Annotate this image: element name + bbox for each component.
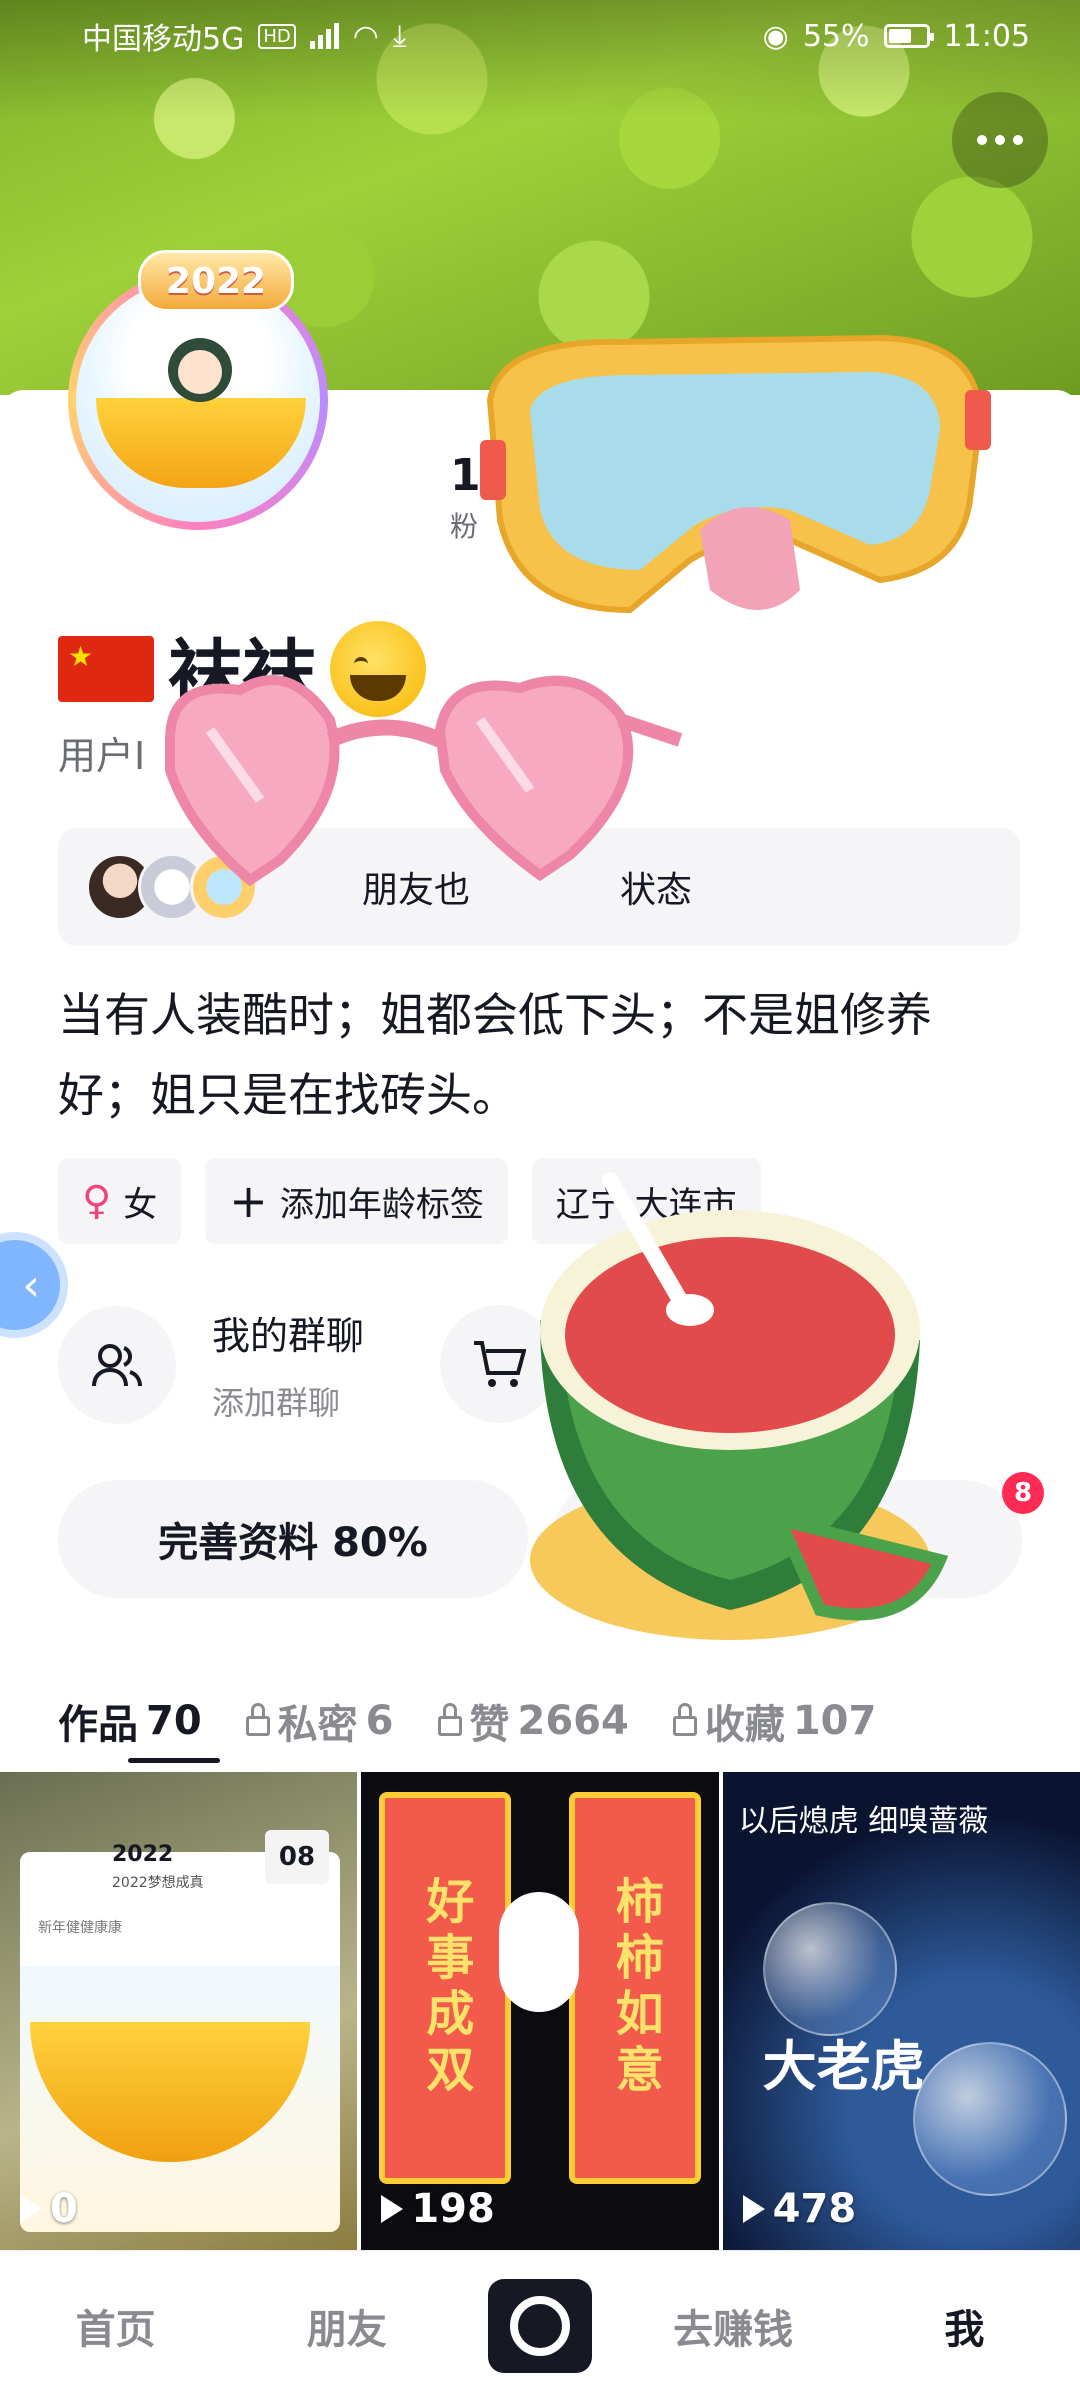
wifi-icon: ◠ bbox=[352, 18, 379, 54]
lock-icon bbox=[245, 1703, 270, 1736]
tab-count: 107 bbox=[792, 1698, 877, 1744]
carrier-label: 中国移动5G bbox=[82, 22, 245, 57]
bottom-nav: 首页 朋友 去赚钱 我 bbox=[0, 2250, 1080, 2401]
battery-icon bbox=[883, 24, 934, 48]
video-grid: 2022 2022梦想成真 08 新年健健康康 0 好事成双 柿柿如意 198 … bbox=[0, 1772, 1080, 2250]
tab-count: 70 bbox=[146, 1698, 202, 1744]
tab-works[interactable]: 作品 70 bbox=[58, 1692, 220, 1763]
lock-icon bbox=[672, 1703, 697, 1736]
tab-label: 赞 bbox=[469, 1702, 510, 1748]
video-thumbnail[interactable]: 好事成双 柿柿如意 198 bbox=[361, 1772, 719, 2250]
hd-icon: HD bbox=[258, 23, 296, 49]
follower-stats[interactable]: 1 粉 bbox=[450, 450, 481, 545]
user-id[interactable]: 用户I bbox=[58, 725, 145, 780]
notification-badge: 8 bbox=[1002, 1472, 1044, 1514]
play-count: 478 bbox=[742, 2186, 857, 2232]
female-icon: ♀ bbox=[82, 1178, 112, 1224]
complete-profile-button[interactable]: 完善资料 80% bbox=[58, 1480, 528, 1598]
play-count-value: 478 bbox=[772, 2186, 857, 2232]
profile-card: 1 粉 袜袜 用户I 朋友也 状态 当有人装酷时；姐都会低下头；不是姐修养好；姐… bbox=[0, 390, 1080, 1770]
cover-year: 2022 bbox=[112, 1842, 174, 1867]
cover-note: 新年健健康康 bbox=[38, 1920, 122, 1936]
location-label: 辽宁 大连市 bbox=[555, 1184, 737, 1225]
friend-avatar bbox=[190, 853, 258, 921]
status-bar: 中国移动5G HD ◠ ⤓ ◉ 55% 11:05 bbox=[0, 0, 1080, 72]
follower-count: 1 bbox=[450, 450, 481, 501]
play-icon bbox=[20, 2195, 42, 2223]
cover-caption: 以后熄虎 细嗅蔷薇 bbox=[738, 1804, 989, 1839]
play-icon bbox=[381, 2195, 404, 2223]
video-thumbnail[interactable]: 2022 2022梦想成真 08 新年健健康康 0 bbox=[0, 1772, 358, 2250]
location-tag[interactable]: 辽宁 大连市 bbox=[531, 1158, 761, 1244]
year-badge: 2022 bbox=[138, 250, 294, 312]
friends-text-tail: 状态 bbox=[620, 870, 693, 911]
eye-icon: ◉ bbox=[762, 18, 789, 54]
couplet-left: 好事成双 bbox=[379, 1792, 512, 2184]
group-icon bbox=[58, 1305, 176, 1424]
nav-earn[interactable]: 去赚钱 bbox=[643, 2297, 823, 2355]
bio[interactable]: 当有人装酷时；姐都会低下头；不是姐修养好；姐只是在找砖头。 bbox=[58, 975, 1018, 1135]
tag-row: ♀ 女 + 添加年龄标签 辽宁 大连市 bbox=[58, 1158, 761, 1244]
status-right: ◉ 55% 11:05 bbox=[763, 19, 1030, 54]
bubble-shape bbox=[912, 2042, 1067, 2196]
couplet-right: 柿柿如意 bbox=[568, 1792, 701, 2184]
age-label: 添加年龄标签 bbox=[279, 1184, 484, 1225]
avatar-image bbox=[76, 278, 320, 522]
group-subtitle: 添加群聊 bbox=[212, 1384, 341, 1422]
gender-tag[interactable]: ♀ 女 bbox=[58, 1158, 182, 1244]
gender-label: 女 bbox=[123, 1184, 158, 1225]
nav-friends[interactable]: 朋友 bbox=[257, 2297, 437, 2355]
tab-count: 2664 bbox=[517, 1698, 629, 1744]
tab-private[interactable]: 私密 6 bbox=[245, 1692, 394, 1750]
nav-me[interactable]: 我 bbox=[874, 2297, 1054, 2355]
nickname[interactable]: 袜袜 bbox=[168, 615, 316, 722]
more-dots-icon[interactable] bbox=[952, 92, 1048, 188]
lock-icon bbox=[437, 1703, 462, 1736]
cover-subtitle: 2022梦想成真 bbox=[112, 1875, 204, 1891]
tab-label: 私密 bbox=[277, 1702, 358, 1748]
create-button[interactable] bbox=[487, 2279, 592, 2373]
plus-icon: + bbox=[229, 1174, 268, 1228]
tab-likes[interactable]: 赞 2664 bbox=[437, 1692, 629, 1750]
record-icon bbox=[509, 2296, 570, 2356]
play-count: 198 bbox=[381, 2186, 495, 2232]
tab-count: 6 bbox=[365, 1698, 394, 1744]
play-count: 0 bbox=[20, 2186, 78, 2232]
content-tabs: 作品 70 私密 6 赞 2664 收藏 107 bbox=[58, 1692, 877, 1763]
download-icon: ⤓ bbox=[392, 18, 407, 54]
friends-also-follow[interactable]: 朋友也 状态 bbox=[58, 828, 1020, 946]
cart-icon[interactable] bbox=[440, 1305, 558, 1423]
grinning-emoji-icon bbox=[330, 620, 426, 717]
banana-shape bbox=[96, 398, 306, 488]
avatar[interactable]: 2022 bbox=[58, 250, 348, 530]
friends-text: 朋友也 bbox=[362, 870, 471, 911]
play-count-value: 198 bbox=[411, 2186, 495, 2232]
nav-home[interactable]: 首页 bbox=[26, 2297, 206, 2355]
status-left: 中国移动5G HD ◠ ⤓ bbox=[82, 14, 406, 58]
follower-label: 粉 bbox=[450, 510, 479, 543]
video-thumbnail[interactable]: 以后熄虎 细嗅蔷薇 大老虎 478 bbox=[722, 1772, 1080, 2250]
tab-label: 作品 bbox=[58, 1702, 138, 1748]
tab-label: 收藏 bbox=[704, 1702, 785, 1748]
bubble-shape bbox=[762, 1902, 897, 2036]
add-age-tag[interactable]: + 添加年龄标签 bbox=[205, 1158, 508, 1244]
play-icon bbox=[742, 2195, 765, 2223]
signal-icon bbox=[309, 23, 339, 49]
battery-percent: 55% bbox=[802, 18, 870, 54]
group-texts: 我的群聊 添加群聊 bbox=[212, 1305, 364, 1424]
tab-favorites[interactable]: 收藏 107 bbox=[672, 1692, 877, 1750]
group-title: 我的群聊 bbox=[212, 1314, 365, 1358]
china-flag-icon bbox=[58, 635, 154, 702]
clock: 11:05 bbox=[943, 18, 1030, 54]
rabbit-icon bbox=[499, 1892, 580, 2012]
secondary-profile-button[interactable] bbox=[552, 1480, 1022, 1598]
play-count-value: 0 bbox=[50, 2186, 78, 2232]
name-row: 袜袜 bbox=[58, 615, 426, 722]
girl-face bbox=[178, 350, 222, 394]
cover-date: 08 bbox=[265, 1830, 329, 1884]
group-chat-entry[interactable]: 我的群聊 添加群聊 bbox=[58, 1305, 364, 1424]
